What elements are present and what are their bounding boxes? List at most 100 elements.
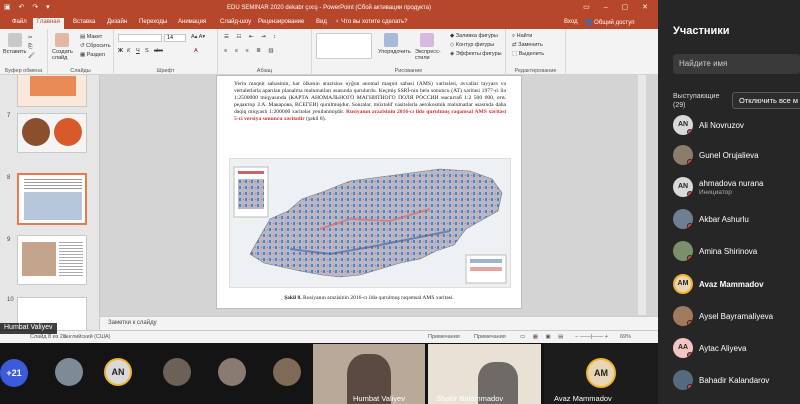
status-language[interactable]: английский (США) <box>64 334 111 340</box>
window-controls[interactable]: ▭ – ▢ ✕ <box>583 3 654 11</box>
video-tile-avaz[interactable]: AM Avaz Mammadov <box>544 344 658 404</box>
participant-row[interactable]: AN ahmadova nurana Инициатор <box>673 177 800 199</box>
speakers-count: (29) <box>673 102 686 109</box>
caption-text: Rusiyanın ərazisinin 2016-cı ildə qurulm… <box>301 295 454 301</box>
current-slide[interactable]: Yerin maqnit sahəsinin, hər ölkənin əraz… <box>216 75 522 309</box>
russia-territory <box>249 168 503 278</box>
slide-paragraph[interactable]: Yerin maqnit sahəsinin, hər ölkənin əraz… <box>234 81 506 122</box>
find-button[interactable]: ⌕ Найти <box>512 33 532 40</box>
status-notes-button[interactable]: Примечания <box>428 334 460 340</box>
view-buttons[interactable]: ▭ ▦ ▣ ▤ <box>520 334 566 340</box>
video-name-label: Avaz Mammadov <box>554 394 612 403</box>
align-icons[interactable]: ≡ ≡ ≡ ≣ ▥ <box>224 48 277 54</box>
status-zoom[interactable]: 69% <box>620 334 631 340</box>
participant-search-input[interactable]: Найдите имя <box>673 54 800 74</box>
quick-styles-icon[interactable] <box>420 33 434 47</box>
underline-icon[interactable]: Ч <box>136 48 140 54</box>
participant-name: Bahadir Kalandarov <box>699 376 770 385</box>
slide-thumbnail-7[interactable] <box>17 113 87 153</box>
participant-tile[interactable] <box>218 358 246 386</box>
select-button[interactable]: ⬚ Выделить <box>512 51 544 57</box>
presenter-name-badge: Humbat Valiyev <box>0 323 57 334</box>
participant-row[interactable]: Bahadir Kalandarov <box>673 370 800 392</box>
avatar-initials: AN <box>677 121 689 128</box>
new-slide-icon[interactable] <box>55 33 69 47</box>
tab-insert[interactable]: Вставка <box>73 19 95 25</box>
slide-thumbnail-6[interactable] <box>17 75 87 107</box>
avatar <box>673 370 693 390</box>
section-button[interactable]: ▦ Раздел <box>80 52 105 58</box>
shape-fill-button[interactable]: ◆ Заливка фигуры <box>450 33 498 39</box>
thumb-planet-image <box>22 118 50 146</box>
zoom-slider[interactable]: − ——|—— + <box>575 334 608 340</box>
muted-icon <box>687 191 693 197</box>
ppt-status-bar: Слайд 8 из 28 английский (США) Примечани… <box>0 330 658 343</box>
share-button[interactable]: 👤 Общий доступ <box>585 19 634 26</box>
participant-row[interactable]: AM Avaz Mammadov <box>673 274 800 296</box>
replace-button[interactable]: ⇄ Заменить <box>512 42 543 48</box>
strike-icon[interactable]: abc <box>154 48 163 54</box>
tab-home[interactable]: Главная <box>33 18 64 29</box>
layout-button[interactable]: ▤ Макет <box>80 34 102 40</box>
muted-icon <box>687 320 693 326</box>
shape-outline-button[interactable]: ◇ Контур фигуры <box>450 42 494 48</box>
participant-tile-an[interactable]: AN <box>104 358 132 386</box>
participant-tile[interactable] <box>55 358 83 386</box>
participant-row[interactable]: AN Ali Novruzov <box>673 115 800 137</box>
bold-icon[interactable]: Ж <box>118 48 123 54</box>
shadow-icon[interactable]: S <box>145 48 149 54</box>
video-tile-shakir[interactable]: Shakir Balammadov <box>428 344 541 404</box>
arrange-icon[interactable] <box>384 33 398 47</box>
notes-pane[interactable]: Заметки к слайду <box>100 316 658 330</box>
avatar <box>673 241 693 261</box>
sign-in-link[interactable]: Вход <box>564 19 578 25</box>
list-icons[interactable]: ☰ ☷ ⇤ ⇥ ↕ <box>224 34 279 40</box>
slide-thumbnails-pane[interactable]: 7 8 9 10 <box>0 75 100 330</box>
arrange-label[interactable]: Упорядочить <box>378 49 411 55</box>
font-name-dropdown[interactable] <box>118 34 162 42</box>
tab-animations[interactable]: Анимация <box>178 19 206 25</box>
quick-styles-label[interactable]: Экспресс-стили <box>415 49 441 61</box>
font-color-icon[interactable]: A <box>194 48 198 54</box>
slide-caption: Şəkil 8. Rusiyanın ərazisinin 2016-cı il… <box>217 295 521 301</box>
tab-slideshow[interactable]: Слайд-шоу <box>220 19 251 25</box>
status-slide-count: Слайд 8 из 28 <box>30 334 66 340</box>
copy-icon[interactable]: ⎘ <box>28 44 32 51</box>
tab-review[interactable]: Рецензирование <box>258 19 304 25</box>
new-slide-label[interactable]: Создать слайд <box>52 49 76 61</box>
cut-icon[interactable]: ✂ <box>28 35 33 41</box>
tab-design[interactable]: Дизайн <box>107 19 127 25</box>
participant-row[interactable]: Akbar Ashurlu <box>673 209 800 231</box>
participant-tile[interactable] <box>273 358 301 386</box>
participant-row[interactable]: Amina Shirinova <box>673 241 800 263</box>
participant-row[interactable]: AA Aytac Aliyeva <box>673 338 800 360</box>
shapes-gallery[interactable] <box>316 33 372 59</box>
slide-thumbnail-9[interactable] <box>17 235 87 285</box>
thumb-number-8: 8 <box>7 175 11 181</box>
paste-icon[interactable] <box>8 33 22 47</box>
avatar <box>673 306 693 326</box>
video-tile-humbat[interactable]: Humbat Valiyev <box>313 344 425 404</box>
reset-button[interactable]: ↺ Сбросить <box>80 43 111 49</box>
participant-row[interactable]: Gunel Orujalieva <box>673 145 800 167</box>
participant-tile[interactable] <box>163 358 191 386</box>
font-size-dropdown[interactable]: 14 <box>164 34 186 42</box>
avatar-initials: AN <box>677 183 689 190</box>
more-participants-button[interactable]: +21 <box>0 359 28 387</box>
status-comments-button[interactable]: Примечания <box>474 334 506 340</box>
shape-effects-label: Эффекты фигуры <box>455 51 502 57</box>
tab-view[interactable]: Вид <box>316 19 327 25</box>
italic-icon[interactable]: К <box>127 48 130 54</box>
slide-scrollbar[interactable] <box>638 75 646 315</box>
format-painter-icon[interactable]: 🖌 <box>28 53 35 59</box>
tab-file[interactable]: Файл <box>12 19 27 25</box>
font-grow-icon[interactable]: A▴ A▾ <box>191 34 205 40</box>
tab-transitions[interactable]: Переходы <box>139 19 167 25</box>
participant-row[interactable]: Aysel Bayramaliyeva <box>673 306 800 328</box>
shape-effects-button[interactable]: ◈ Эффекты фигуры <box>450 51 502 57</box>
slide-thumbnail-8[interactable] <box>17 173 87 225</box>
thumb-map <box>24 192 82 220</box>
tell-me-box[interactable]: ♀ Что вы хотите сделать? <box>335 19 408 25</box>
paste-label[interactable]: Вставить <box>3 49 26 55</box>
mute-all-button[interactable]: Отключить все м <box>732 92 800 109</box>
